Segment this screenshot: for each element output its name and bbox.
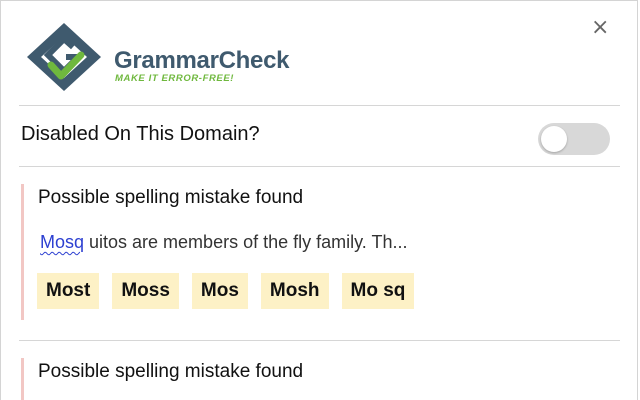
brand-header: GrammarCheck MAKE IT ERROR-FREE!	[23, 21, 343, 93]
brand-name: GrammarCheck	[114, 47, 290, 74]
divider	[19, 105, 620, 106]
suggestion-button[interactable]: Mo sq	[341, 273, 415, 309]
suggestion-button[interactable]: Moss	[112, 273, 179, 309]
mistake-title: Possible spelling mistake found	[38, 361, 304, 382]
brand-tagline: MAKE IT ERROR-FREE!	[115, 73, 235, 84]
context-text: uitos are members of the fly family. Th.…	[84, 232, 408, 252]
divider	[19, 340, 620, 341]
suggestion-button[interactable]: Most	[37, 273, 100, 309]
grammar-check-popup: × GrammarCheck MAKE IT ERROR-FREE! Disab…	[0, 0, 638, 400]
close-button[interactable]: ×	[591, 17, 609, 39]
mistake-card: Possible spelling mistake found	[21, 358, 614, 400]
suggestion-button[interactable]: Mosh	[260, 273, 329, 309]
divider	[19, 166, 620, 167]
grammarcheck-logo-icon	[27, 23, 101, 91]
misspelled-word: Mosq	[40, 232, 85, 252]
toggle-knob	[541, 126, 567, 152]
close-icon: ×	[591, 15, 610, 40]
mistake-context: Mosq uitos are members of the fly family…	[40, 232, 407, 253]
mistake-card: Possible spelling mistake found Mosq uit…	[21, 184, 614, 320]
domain-setting-label: Disabled On This Domain?	[21, 123, 260, 145]
suggestion-list: Most Moss Mos Mosh Mo sq	[37, 273, 415, 309]
suggestion-button[interactable]: Mos	[191, 273, 248, 309]
disable-domain-toggle[interactable]	[538, 123, 610, 155]
mistake-title: Possible spelling mistake found	[38, 187, 304, 208]
